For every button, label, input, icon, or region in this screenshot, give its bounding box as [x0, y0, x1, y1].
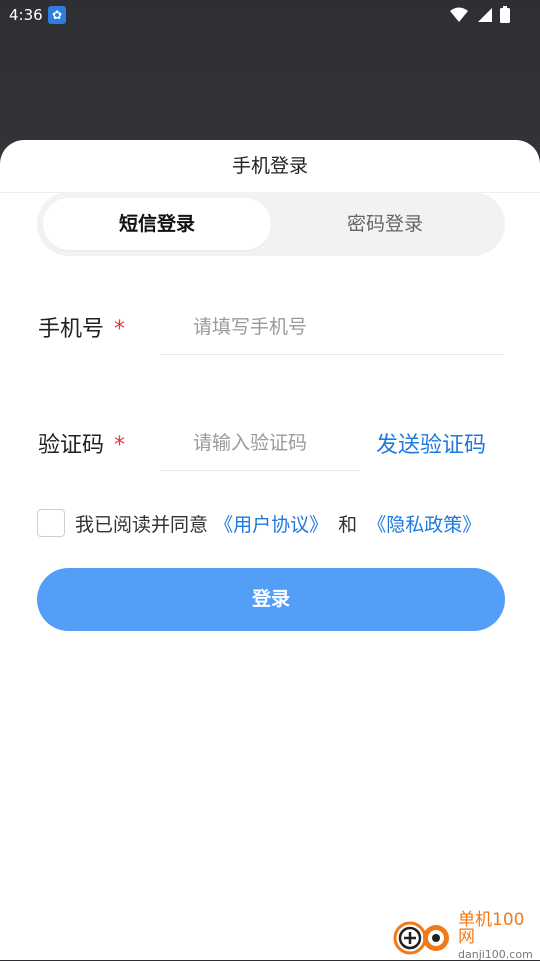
watermark-text: 单机100网 danji100.com	[458, 910, 540, 961]
signal-icon	[478, 7, 492, 22]
privacy-policy-link[interactable]: 《隐私政策》	[367, 514, 481, 536]
phone-underline	[160, 354, 504, 355]
code-underline	[160, 470, 360, 471]
watermark-cn: 单机100网	[458, 910, 525, 947]
code-label-text: 验证码	[38, 433, 105, 458]
phone-label-text: 手机号	[38, 317, 105, 342]
verification-code-input[interactable]	[193, 428, 353, 458]
watermark-en: danji100.com	[458, 948, 533, 961]
status-time: 4:36	[9, 6, 43, 24]
agreement-prefix: 我已阅读并同意	[75, 514, 209, 536]
app-notification-icon: ✿	[48, 6, 66, 24]
agreement-text: 我已阅读并同意 《用户协议》 和 《隐私政策》	[75, 510, 481, 537]
login-mode-tabs: 短信登录 密码登录	[37, 192, 505, 256]
phone-required-mark: *	[114, 317, 126, 342]
phone-label: 手机号 *	[38, 311, 125, 343]
code-required-mark: *	[114, 433, 126, 458]
watermark-logo-icon	[392, 916, 454, 956]
code-label: 验证码 *	[38, 427, 125, 459]
login-sheet: 手机登录 短信登录 密码登录 手机号 * 验证码 * 发送验证码 我已阅读并同意 《…	[0, 140, 540, 960]
watermark: 单机100网 danji100.com	[392, 912, 540, 960]
battery-icon	[500, 6, 510, 23]
wifi-icon	[450, 7, 468, 22]
phone-input[interactable]	[193, 312, 493, 342]
agreement-checkbox[interactable]	[37, 509, 65, 537]
status-bar: 4:36 ✿	[0, 0, 540, 30]
send-code-button[interactable]: 发送验证码	[376, 427, 486, 459]
login-button[interactable]: 登录	[37, 568, 505, 631]
user-agreement-link[interactable]: 《用户协议》	[214, 514, 328, 536]
sheet-title: 手机登录	[0, 140, 540, 193]
tab-sms-login[interactable]: 短信登录	[43, 198, 271, 250]
status-indicators	[450, 6, 510, 23]
tab-password-login[interactable]: 密码登录	[271, 198, 499, 250]
agreement-joiner: 和	[338, 514, 358, 536]
